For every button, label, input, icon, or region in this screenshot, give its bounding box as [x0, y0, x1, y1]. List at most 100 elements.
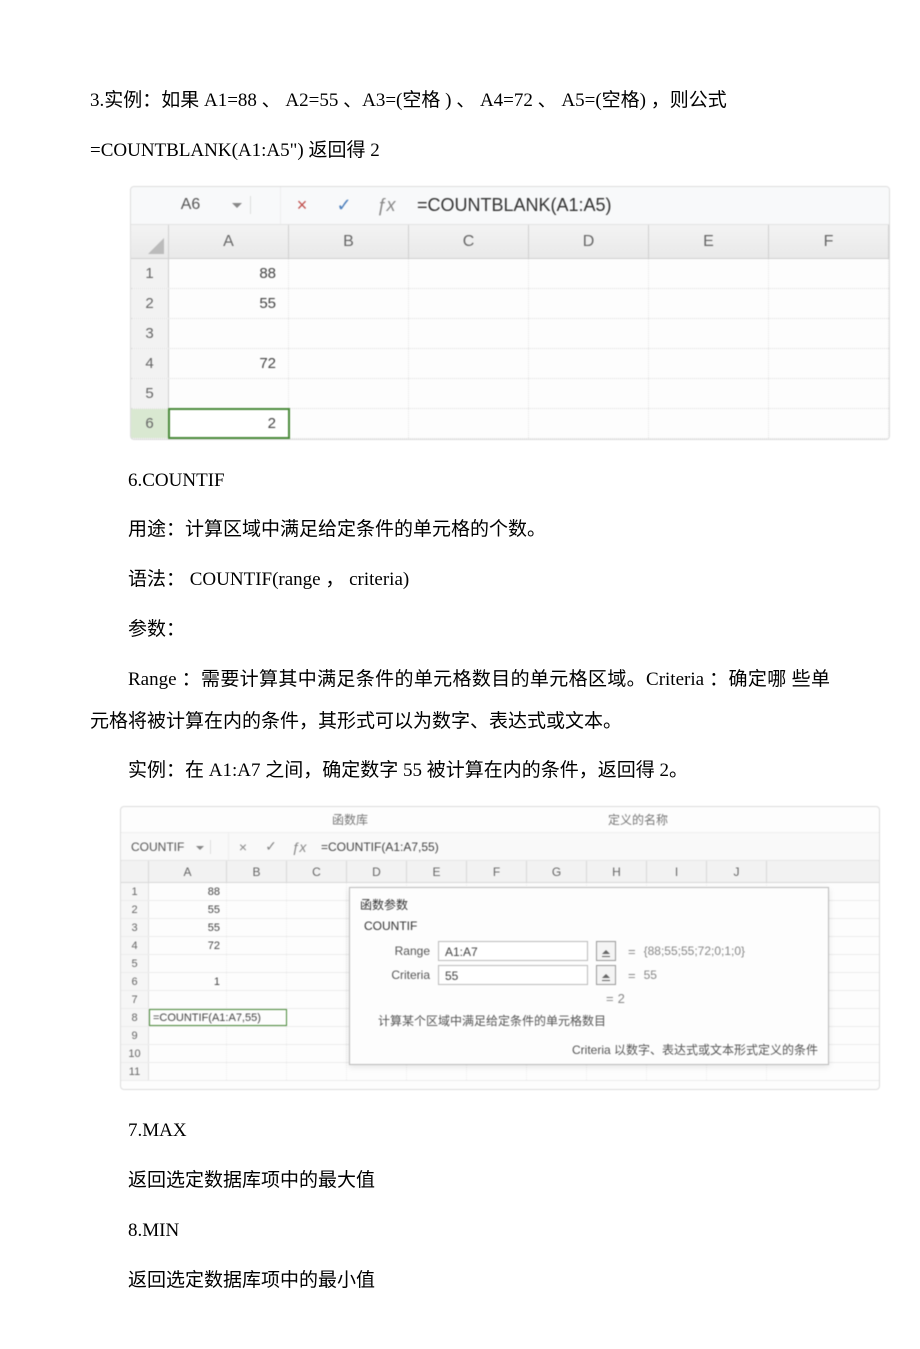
range-input[interactable]: A1:A7 — [438, 941, 588, 961]
row-header[interactable]: 9 — [121, 1027, 149, 1044]
col-header[interactable]: B — [289, 225, 409, 258]
row-header[interactable]: 6 — [121, 973, 149, 990]
cell[interactable] — [287, 901, 347, 918]
tab-defined-names[interactable]: 定义的名称 — [608, 811, 668, 828]
cell[interactable] — [227, 1063, 287, 1080]
tab-function-library[interactable]: 函数库 — [332, 811, 368, 828]
formula-input[interactable]: =COUNTBLANK(A1:A5) — [407, 195, 889, 216]
criteria-input[interactable]: 55 — [438, 965, 588, 985]
cell[interactable] — [287, 973, 347, 990]
name-box[interactable]: A6 — [131, 196, 251, 214]
cell[interactable]: 55 — [149, 901, 227, 918]
cell[interactable] — [467, 1063, 527, 1080]
row-header[interactable]: 1 — [131, 259, 169, 288]
cell[interactable] — [649, 409, 769, 438]
row-header[interactable]: 2 — [121, 901, 149, 918]
cell[interactable] — [227, 937, 287, 954]
col-header[interactable]: D — [529, 225, 649, 258]
row-header[interactable]: 4 — [131, 349, 169, 378]
cell[interactable] — [647, 1063, 707, 1080]
confirm-icon[interactable]: ✓ — [323, 195, 365, 216]
cell[interactable] — [227, 919, 287, 936]
cell[interactable] — [287, 1009, 347, 1026]
cell[interactable] — [289, 349, 409, 378]
cell[interactable] — [287, 955, 347, 972]
cell[interactable] — [149, 991, 227, 1008]
row-header[interactable]: 1 — [121, 883, 149, 900]
col-header[interactable]: F — [467, 861, 527, 882]
cell[interactable] — [287, 919, 347, 936]
cell[interactable] — [409, 379, 529, 408]
cell[interactable] — [289, 289, 409, 318]
cell[interactable] — [409, 259, 529, 288]
criteria-ref-button[interactable] — [596, 965, 616, 985]
cell[interactable]: 1 — [149, 973, 227, 990]
formula-input[interactable]: =COUNTIF(A1:A7,55) — [313, 840, 879, 854]
cell[interactable]: 55 — [149, 919, 227, 936]
cell[interactable] — [289, 259, 409, 288]
col-header[interactable]: A — [169, 225, 289, 258]
select-all-corner[interactable] — [121, 861, 149, 882]
row-header[interactable]: 3 — [121, 919, 149, 936]
row-header[interactable]: 2 — [131, 289, 169, 318]
cell[interactable] — [649, 319, 769, 348]
col-header[interactable]: I — [647, 861, 707, 882]
row-header[interactable]: 3 — [131, 319, 169, 348]
cell[interactable] — [529, 289, 649, 318]
cell[interactable] — [769, 289, 889, 318]
name-box[interactable]: COUNTIF — [121, 840, 211, 854]
cell[interactable]: 55 — [169, 289, 289, 318]
cell-selected[interactable]: =COUNTIF(A1:A7,55) — [149, 1009, 287, 1026]
col-header[interactable]: G — [527, 861, 587, 882]
cell[interactable] — [347, 1063, 407, 1080]
cell[interactable] — [227, 1027, 287, 1044]
cell[interactable] — [649, 289, 769, 318]
col-header[interactable]: D — [347, 861, 407, 882]
row-header[interactable]: 8 — [121, 1009, 149, 1026]
cell[interactable] — [227, 973, 287, 990]
cell[interactable] — [649, 259, 769, 288]
col-header[interactable]: H — [587, 861, 647, 882]
col-header[interactable]: B — [227, 861, 287, 882]
cell[interactable] — [287, 1045, 347, 1062]
cell[interactable] — [227, 883, 287, 900]
cell[interactable] — [227, 901, 287, 918]
cell[interactable] — [287, 1063, 347, 1080]
cancel-icon[interactable]: × — [281, 195, 323, 216]
row-header[interactable]: 5 — [121, 955, 149, 972]
cell[interactable] — [529, 349, 649, 378]
cell[interactable] — [529, 409, 649, 438]
cell[interactable] — [769, 349, 889, 378]
fx-icon[interactable]: ƒx — [285, 839, 313, 855]
col-header[interactable]: F — [769, 225, 889, 258]
cell[interactable] — [149, 1045, 227, 1062]
cell[interactable] — [169, 379, 289, 408]
cell[interactable] — [149, 1027, 227, 1044]
cell[interactable] — [287, 883, 347, 900]
cell[interactable] — [529, 259, 649, 288]
cell[interactable] — [409, 409, 529, 438]
cell[interactable] — [227, 1045, 287, 1062]
cell[interactable] — [409, 289, 529, 318]
fx-icon[interactable]: ƒx — [365, 195, 407, 216]
col-header[interactable]: C — [287, 861, 347, 882]
cell[interactable] — [769, 379, 889, 408]
confirm-icon[interactable]: ✓ — [257, 838, 285, 855]
select-all-corner[interactable] — [131, 225, 169, 258]
cell[interactable] — [407, 1063, 467, 1080]
cell[interactable] — [289, 409, 409, 438]
cell[interactable] — [649, 379, 769, 408]
cell[interactable]: 88 — [149, 883, 227, 900]
range-ref-button[interactable] — [596, 941, 616, 961]
cell[interactable] — [707, 1063, 767, 1080]
cell[interactable] — [409, 319, 529, 348]
cell[interactable] — [149, 1063, 227, 1080]
cell[interactable] — [529, 379, 649, 408]
row-header[interactable]: 4 — [121, 937, 149, 954]
row-header[interactable]: 11 — [121, 1063, 149, 1080]
row-header[interactable]: 5 — [131, 379, 169, 408]
cell[interactable]: 72 — [149, 937, 227, 954]
cell[interactable] — [409, 349, 529, 378]
cell[interactable] — [227, 955, 287, 972]
cell[interactable]: 88 — [169, 259, 289, 288]
